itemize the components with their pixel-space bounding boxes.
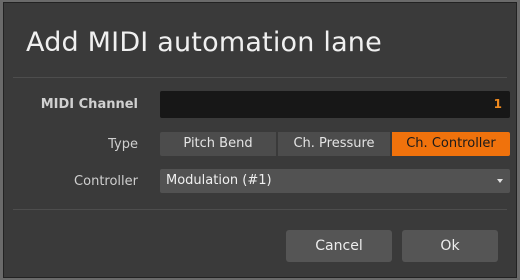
type-label: Type bbox=[108, 137, 138, 152]
type-option-ch-pressure[interactable]: Ch. Pressure bbox=[278, 132, 390, 156]
dialog-title: Add MIDI automation lane bbox=[26, 27, 382, 58]
midi-channel-label: MIDI Channel bbox=[40, 97, 138, 112]
type-selector: Pitch Bend Ch. Pressure Ch. Controller bbox=[160, 132, 510, 156]
footer-divider bbox=[13, 209, 507, 210]
chevron-down-icon bbox=[497, 179, 503, 183]
title-divider bbox=[13, 77, 507, 78]
ok-button[interactable]: Ok bbox=[402, 230, 498, 262]
midi-channel-field[interactable]: 1 bbox=[160, 91, 510, 118]
add-midi-automation-lane-dialog: Add MIDI automation lane MIDI Channel 1 … bbox=[3, 2, 517, 278]
controller-dropdown-value: Modulation (#1) bbox=[166, 173, 272, 188]
controller-label: Controller bbox=[74, 174, 138, 189]
type-option-pitch-bend[interactable]: Pitch Bend bbox=[160, 132, 276, 156]
controller-dropdown[interactable]: Modulation (#1) bbox=[160, 169, 510, 193]
cancel-button[interactable]: Cancel bbox=[286, 230, 392, 262]
type-option-ch-controller[interactable]: Ch. Controller bbox=[392, 132, 510, 156]
